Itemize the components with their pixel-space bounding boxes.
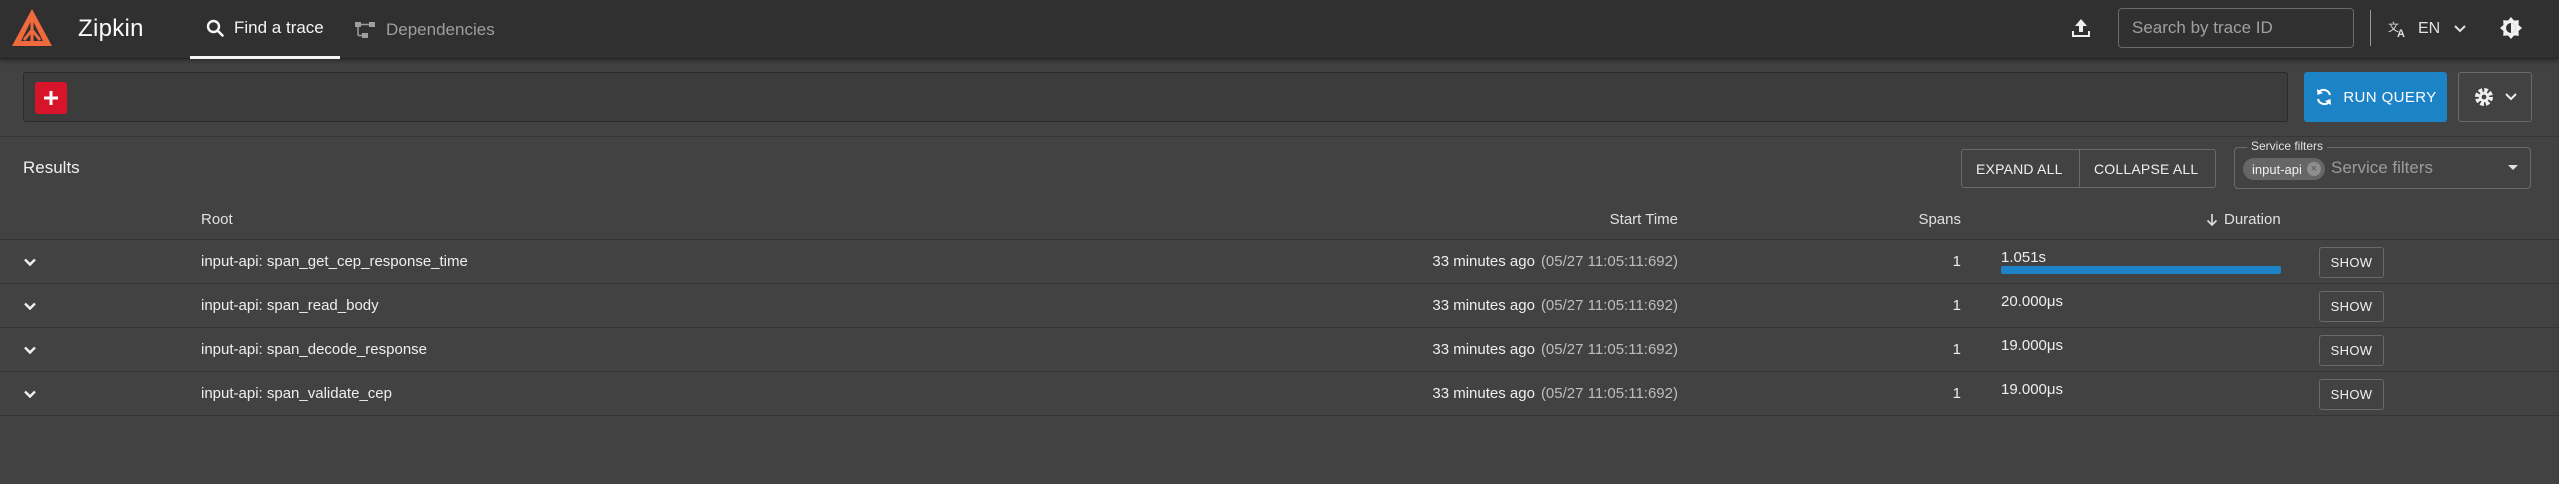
section-divider [0,136,2559,137]
refresh-icon [2317,88,2332,106]
svg-text:A: A [2397,28,2405,38]
run-query-label: RUN QUERY [2343,88,2437,106]
language-selector[interactable]: 文 A EN [2388,16,2476,42]
column-header-root[interactable]: Root [201,211,233,228]
add-criteria-button[interactable] [35,82,67,114]
trace-duration: 20.000μs [2001,293,2064,310]
trace-root-name: input-api: span_read_body [201,297,379,314]
start-relative: 33 minutes ago [1432,341,1535,358]
show-trace-button[interactable]: SHOW [2319,335,2384,366]
trace-duration: 19.000μs [2001,337,2064,354]
show-trace-button[interactable]: SHOW [2319,291,2384,322]
service-filter-legend: Service filters [2247,139,2328,153]
chip-label: input-api [2252,161,2302,177]
trace-row[interactable]: input-api: span_decode_response 33 minut… [0,328,2559,372]
sort-arrow-down-icon [2206,213,2218,226]
trace-id-search-input[interactable] [2118,8,2354,48]
trace-row[interactable]: input-api: span_get_cep_response_time 33… [0,240,2559,284]
trace-start-time: 33 minutes ago (05/27 11:05:11:692) [1432,385,1678,402]
column-header-spans[interactable]: Spans [1880,211,1961,228]
app-header: Zipkin Find a trace Dependencies 文 A [0,0,2559,59]
upload-icon [2072,19,2090,37]
trace-duration: 1.051s [2001,249,2047,266]
start-absolute: (05/27 11:05:11:692) [1540,385,1678,402]
start-relative: 33 minutes ago [1432,253,1535,270]
chevron-down-icon [2454,25,2466,33]
start-absolute: (05/27 11:05:11:692) [1540,253,1678,270]
tab-find-label: Find a trace [234,18,324,37]
show-trace-button[interactable]: SHOW [2319,247,2384,278]
trace-start-time: 33 minutes ago (05/27 11:05:11:692) [1432,297,1678,314]
expand-collapse-group: EXPAND ALL COLLAPSE ALL [1961,149,2216,188]
query-settings-button[interactable] [2458,72,2532,122]
duration-bar-track [2001,398,2281,406]
service-filter-chip[interactable]: input-api × [2243,158,2325,180]
start-relative: 33 minutes ago [1432,297,1535,314]
trace-start-time: 33 minutes ago (05/27 11:05:11:692) [1432,341,1678,358]
trace-span-count: 1 [1952,385,1961,402]
show-trace-button[interactable]: SHOW [2319,379,2384,410]
chevron-down-icon [2505,93,2517,101]
tab-dependencies[interactable]: Dependencies [352,0,522,59]
expand-chevron-icon[interactable] [22,298,38,314]
plus-icon [44,91,58,105]
trace-span-count: 1 [1952,253,1961,270]
expand-chevron-icon[interactable] [22,342,38,358]
chip-remove-icon[interactable]: × [2306,162,2321,176]
start-relative: 33 minutes ago [1432,385,1535,402]
trace-start-time: 33 minutes ago (05/27 11:05:11:692) [1432,253,1678,270]
language-label: EN [2418,20,2441,37]
expand-all-button[interactable]: EXPAND ALL [1962,150,2080,187]
trace-root-name: input-api: span_get_cep_response_time [201,253,468,270]
trace-root-name: input-api: span_validate_cep [201,385,392,402]
gear-icon [2475,88,2493,106]
brand-name: Zipkin [78,15,144,42]
trace-span-count: 1 [1952,297,1961,314]
start-absolute: (05/27 11:05:11:692) [1540,341,1678,358]
dropdown-arrow-icon [2508,165,2518,170]
tab-dependencies-label: Dependencies [386,19,495,39]
results-title: Results [23,158,80,177]
brightness-icon [2500,17,2522,39]
trace-row[interactable]: input-api: span_validate_cep 33 minutes … [0,372,2559,416]
tab-find-a-trace[interactable]: Find a trace [190,0,340,59]
theme-toggle-button[interactable] [2496,13,2526,43]
header-divider [2370,10,2371,46]
dependencies-icon [355,21,375,38]
collapse-all-button[interactable]: COLLAPSE ALL [2080,150,2215,187]
service-filter-placeholder: Service filters [2331,158,2434,177]
expand-chevron-icon[interactable] [22,386,38,402]
trace-root-name: input-api: span_decode_response [201,341,428,358]
duration-bar-track [2001,310,2281,318]
upload-button[interactable] [2066,13,2096,43]
trace-row[interactable]: input-api: span_read_body 33 minutes ago… [0,284,2559,328]
service-filter-select[interactable]: Service filters input-api × Service filt… [2234,139,2531,189]
column-header-duration[interactable]: Duration [2206,211,2281,228]
run-query-button[interactable]: RUN QUERY [2304,72,2447,122]
zipkin-logo[interactable] [10,6,54,50]
trace-span-count: 1 [1952,341,1961,358]
duration-bar [2001,266,2281,274]
duration-header-label: Duration [2224,211,2281,228]
trace-duration: 19.000μs [2001,381,2064,398]
query-builder[interactable] [23,72,2288,122]
column-header-start-time[interactable]: Start Time [1580,211,1678,228]
start-absolute: (05/27 11:05:11:692) [1540,297,1678,314]
duration-bar-track [2001,354,2281,362]
expand-chevron-icon[interactable] [22,254,38,270]
duration-bar-track [2001,266,2281,274]
translate-icon: 文 A [2388,20,2405,38]
search-icon [206,19,224,37]
